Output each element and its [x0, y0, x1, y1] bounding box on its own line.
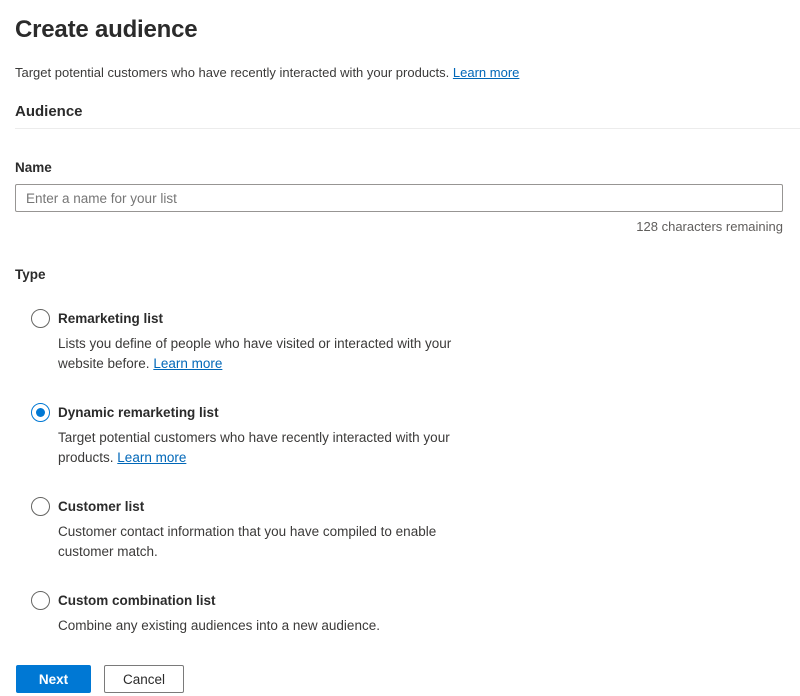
radio-dot — [36, 408, 45, 417]
type-label: Type — [15, 267, 783, 282]
radio-custom-combination-list[interactable] — [31, 591, 50, 610]
page-title: Create audience — [15, 15, 783, 44]
radio-remarketing-list[interactable] — [31, 309, 50, 328]
characters-remaining: 128 characters remaining — [15, 219, 783, 234]
radio-dynamic-remarketing-list[interactable] — [31, 403, 50, 422]
section-divider — [15, 128, 800, 129]
next-button[interactable]: Next — [16, 665, 91, 693]
page-subtitle: Target potential customers who have rece… — [15, 65, 783, 81]
form-actions: Next Cancel — [15, 665, 783, 693]
option-label[interactable]: Custom combination list — [58, 593, 216, 608]
option-label[interactable]: Customer list — [58, 499, 144, 514]
option-description: Combine any existing audiences into a ne… — [58, 616, 478, 636]
option-remarketing-list: Remarketing list Lists you define of peo… — [15, 309, 783, 374]
radio-customer-list[interactable] — [31, 497, 50, 516]
option-description: Target potential customers who have rece… — [58, 428, 478, 468]
audience-section-heading: Audience — [15, 103, 783, 121]
option-dynamic-remarketing-list: Dynamic remarketing list Target potentia… — [15, 403, 783, 468]
option-customer-list: Customer list Customer contact informati… — [15, 497, 783, 562]
subtitle-learn-more-link[interactable]: Learn more — [453, 65, 519, 80]
subtitle-text: Target potential customers who have rece… — [15, 65, 449, 80]
option-description: Customer contact information that you ha… — [58, 522, 478, 562]
option-learn-more-link[interactable]: Learn more — [153, 356, 222, 371]
option-description-text: Customer contact information that you ha… — [58, 524, 436, 559]
option-learn-more-link[interactable]: Learn more — [117, 450, 186, 465]
name-input[interactable] — [15, 184, 783, 212]
option-label[interactable]: Remarketing list — [58, 311, 163, 326]
option-description-text: Combine any existing audiences into a ne… — [58, 618, 380, 633]
option-description: Lists you define of people who have visi… — [58, 334, 478, 374]
option-label[interactable]: Dynamic remarketing list — [58, 405, 219, 420]
option-description-text: Lists you define of people who have visi… — [58, 336, 451, 371]
cancel-button[interactable]: Cancel — [104, 665, 184, 693]
create-audience-form: Create audience Target potential custome… — [0, 15, 800, 693]
option-custom-combination-list: Custom combination list Combine any exis… — [15, 591, 783, 636]
name-label: Name — [15, 160, 783, 175]
